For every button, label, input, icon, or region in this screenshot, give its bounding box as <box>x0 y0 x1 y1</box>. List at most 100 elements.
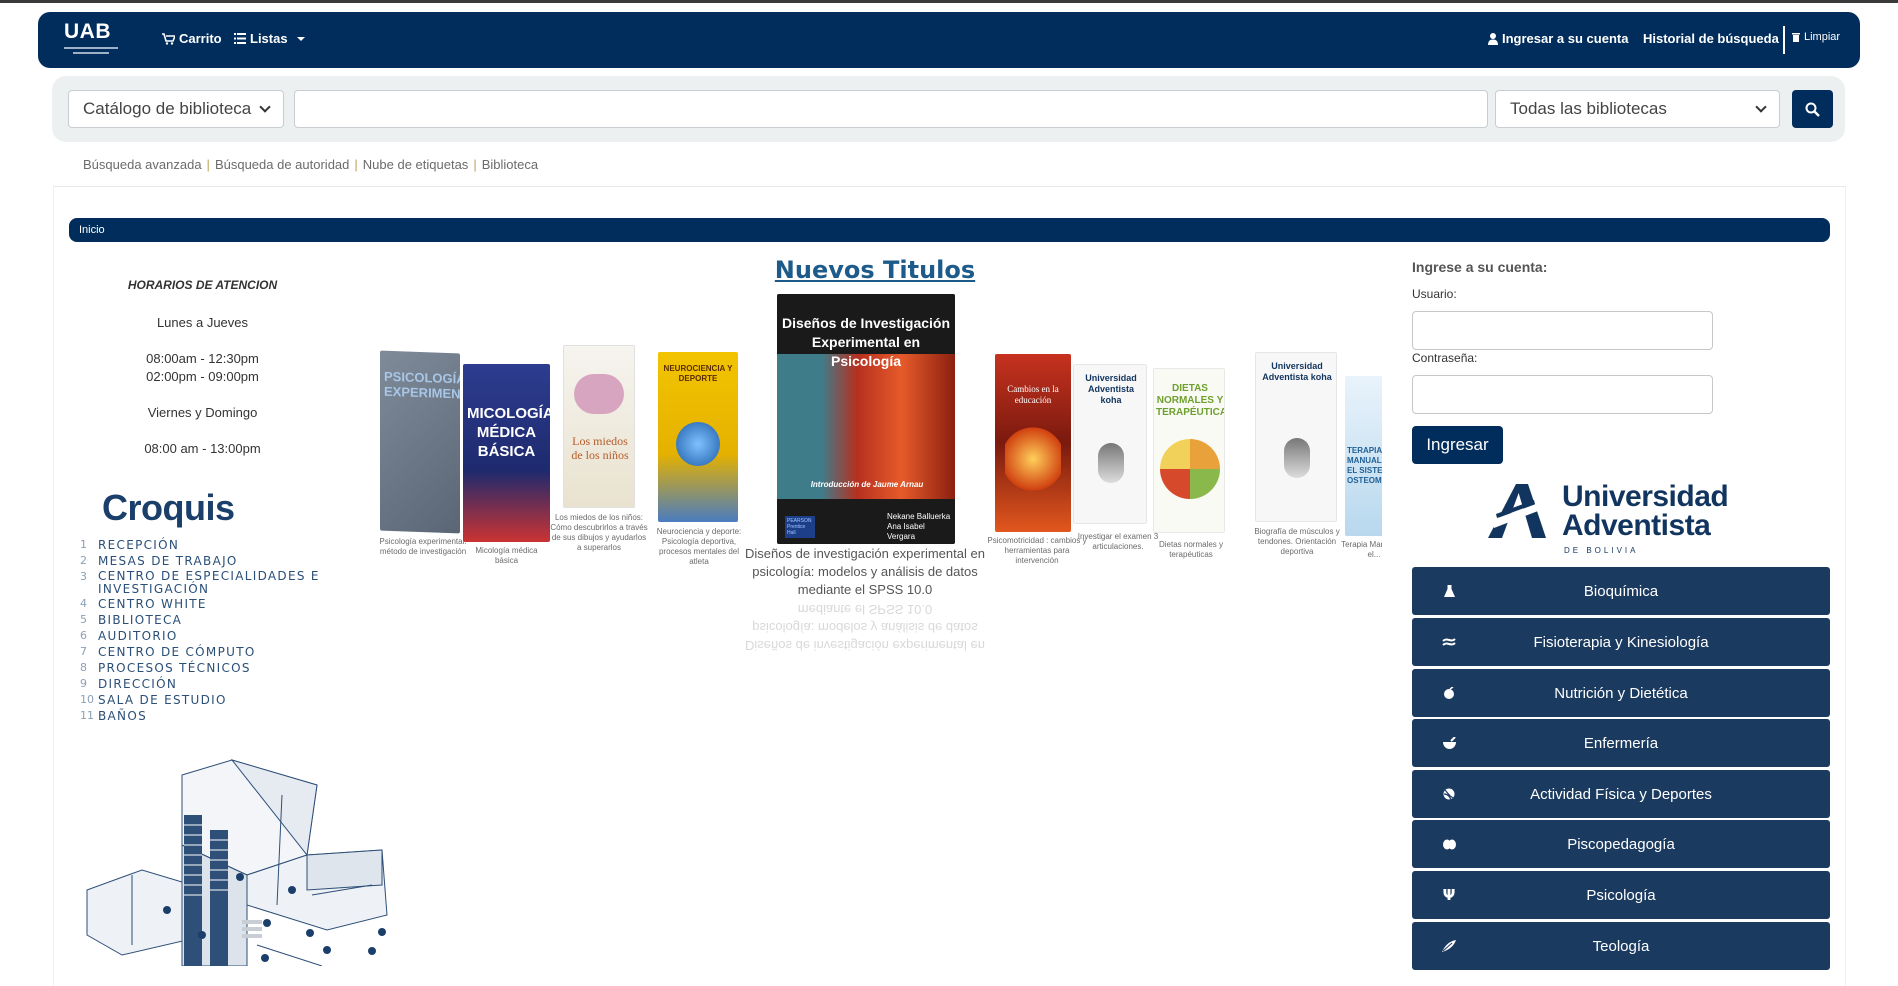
username-label: Usuario: <box>1412 287 1457 301</box>
catalog-select-value: Catálogo de biblioteca <box>83 99 252 118</box>
list-item: 7 CENTRO DE CÓMPUTO <box>80 645 256 659</box>
category-actividad-fisica-button[interactable]: Actividad Física y Deportes <box>1412 770 1830 818</box>
search-input[interactable] <box>294 90 1488 128</box>
apple-icon <box>1442 686 1456 700</box>
top-border <box>0 0 1898 3</box>
chevron-down-icon <box>259 101 271 113</box>
book-caption: Los miedos de los niños: Cómo descubrirl… <box>550 513 648 552</box>
category-fisioterapia-button[interactable]: Fisioterapia y Kinesiología <box>1412 618 1830 666</box>
book-cover: Universidad Adventista koha <box>1255 352 1337 522</box>
search-history-link[interactable]: Historial de búsqueda <box>1643 31 1779 46</box>
featured-book-cover: Diseños de Investigación Experimental en… <box>777 294 955 544</box>
login-button[interactable]: Ingresar <box>1412 426 1503 464</box>
top-navbar: UAB Carrito Listas Ingresar a su cuenta … <box>38 12 1860 68</box>
list-item: 11 BAÑOS <box>80 709 147 723</box>
psi-icon: Ψ <box>1442 886 1456 904</box>
list-item: 1 RECEPCIÓN <box>80 538 180 552</box>
category-label: Nutrición y Dietética <box>1554 684 1688 702</box>
book-caption: Neurociencia y deporte: Psicología depor… <box>656 527 742 566</box>
book-cover: NEUROCIENCIA Y DEPORTE <box>658 352 738 522</box>
trash-icon <box>1792 33 1800 42</box>
university-country: DE BOLIVIA <box>1564 546 1639 555</box>
list-item: 9 DIRECCIÓN <box>80 677 178 691</box>
list-item: 4 CENTRO WHITE <box>80 597 207 611</box>
chevron-down-icon <box>1755 101 1767 113</box>
catalog-select[interactable]: Catálogo de biblioteca <box>68 90 284 128</box>
book-cover: MICOLOGÍA MÉDICA BÁSICA <box>463 364 550 542</box>
feather-icon <box>1442 939 1456 953</box>
list-item: 10 SALA DE ESTUDIO <box>80 693 227 707</box>
list-item: 3 CENTRO DE ESPECIALIDADES E INVESTIGACIÓ… <box>80 569 320 596</box>
book-cover: TERAPIA MANUAL EN EL SISTEMA OSTEOMIOART… <box>1345 376 1382 536</box>
lists-label: Listas <box>250 31 288 46</box>
username-input[interactable] <box>1412 311 1713 350</box>
breadcrumb: Inicio <box>69 218 1830 242</box>
mortar-icon <box>1442 736 1456 750</box>
book-caption: Biografía de músculos y tendones. Orient… <box>1254 527 1340 556</box>
cart-icon <box>162 32 175 45</box>
hours-days-2: Viernes y Domingo <box>147 405 258 420</box>
login-link[interactable]: Ingresar a su cuenta <box>1488 31 1628 46</box>
list-item: 2 MESAS DE TRABAJO <box>80 554 238 568</box>
authority-search-link[interactable]: Búsqueda de autoridad <box>215 157 349 172</box>
lists-dropdown[interactable]: Listas <box>234 31 305 46</box>
category-label: Fisioterapia y Kinesiología <box>1533 633 1709 651</box>
book-cover: Los miedos de los niños <box>563 345 635 508</box>
book-cover: Cambios en la educación <box>995 354 1071 532</box>
book-cover: Universidad Adventista koha <box>1073 364 1147 524</box>
list-item: 8 PROCESOS TÉCNICOS <box>80 661 251 675</box>
hours-slot-2: 02:00pm - 09:00pm <box>146 369 259 384</box>
book-caption: Micología médica básica <box>475 546 538 565</box>
flask-icon <box>1442 584 1456 598</box>
book-caption: Terapia Manual en el... <box>1341 540 1382 559</box>
library-select[interactable]: Todas las bibliotecas <box>1495 90 1780 128</box>
tag-cloud-link[interactable]: Nube de etiquetas <box>363 157 469 172</box>
category-teologia-button[interactable]: Teología <box>1412 922 1830 970</box>
university-emblem-icon <box>1488 484 1546 538</box>
hours-days-1: Lunes a Jueves <box>156 315 249 330</box>
category-nutricion-button[interactable]: Nutrición y Dietética <box>1412 669 1830 717</box>
category-psicologia-button[interactable]: Ψ Psicología <box>1412 871 1830 919</box>
password-input[interactable] <box>1412 375 1713 414</box>
secondary-links: Búsqueda avanzada | Búsqueda de autorida… <box>83 157 539 172</box>
category-enfermeria-button[interactable]: Enfermería <box>1412 719 1830 767</box>
uab-logo[interactable]: UAB <box>64 21 134 61</box>
hours-slot-3: 08:00 am - 13:00pm <box>144 441 261 456</box>
list-item: 5 BIBLIOTECA <box>80 613 183 627</box>
breadcrumb-home[interactable]: Inicio <box>79 224 105 236</box>
clear-history-link[interactable]: Limpiar <box>1792 31 1840 43</box>
library-link[interactable]: Biblioteca <box>482 157 538 172</box>
hours-slot-1: 08:00am - 12:30pm <box>146 351 259 366</box>
campus-map-image <box>86 759 388 966</box>
category-label: Piscopedagogía <box>1567 835 1675 853</box>
bandage-icon <box>1442 635 1456 649</box>
user-icon <box>1488 32 1498 45</box>
featured-book-caption[interactable]: Diseños de investigación experimental en… <box>745 545 985 599</box>
category-label: Actividad Física y Deportes <box>1530 785 1712 803</box>
advanced-search-link[interactable]: Búsqueda avanzada <box>83 157 202 172</box>
book-caption: Psicología experimental: método de inves… <box>379 537 467 556</box>
list-icon <box>234 33 246 44</box>
university-logo: Universidad Adventista DE BOLIVIA <box>1486 480 1746 558</box>
search-button[interactable] <box>1792 90 1833 128</box>
croquis-title: Croquis <box>102 487 235 528</box>
clear-label: Limpiar <box>1804 31 1841 43</box>
password-label: Contraseña: <box>1412 351 1478 365</box>
login-label: Ingresar a su cuenta <box>1502 31 1629 46</box>
category-label: Enfermería <box>1583 734 1659 752</box>
category-label: Psicología <box>1586 886 1656 904</box>
library-select-value: Todas las bibliotecas <box>1510 99 1667 118</box>
category-bioquimica-button[interactable]: Bioquímica <box>1412 567 1830 615</box>
book-cover: PSICOLOGÍA EXPERIMENTAL <box>380 350 460 534</box>
category-piscopedagogia-button[interactable]: Piscopedagogía <box>1412 820 1830 868</box>
nav-divider <box>1783 26 1785 54</box>
cart-label: Carrito <box>179 31 222 46</box>
croquis-legend: 1 RECEPCIÓN 2 MESAS DE TRABAJO 3 CENTRO DE … <box>80 537 328 724</box>
cart-link[interactable]: Carrito <box>162 31 222 46</box>
search-bar: Catálogo de biblioteca Todas las bibliot… <box>52 76 1845 142</box>
list-item: 6 AUDITORIO <box>80 629 178 643</box>
book-caption: Dietas normales y terapéuticas <box>1158 540 1224 559</box>
book-cover: DIETAS NORMALES Y TERAPÉUTICAS <box>1153 368 1225 533</box>
featured-caption-reflection: Diseños de investigación experimental en… <box>745 602 985 653</box>
university-name: Universidad Adventista <box>1562 480 1729 542</box>
